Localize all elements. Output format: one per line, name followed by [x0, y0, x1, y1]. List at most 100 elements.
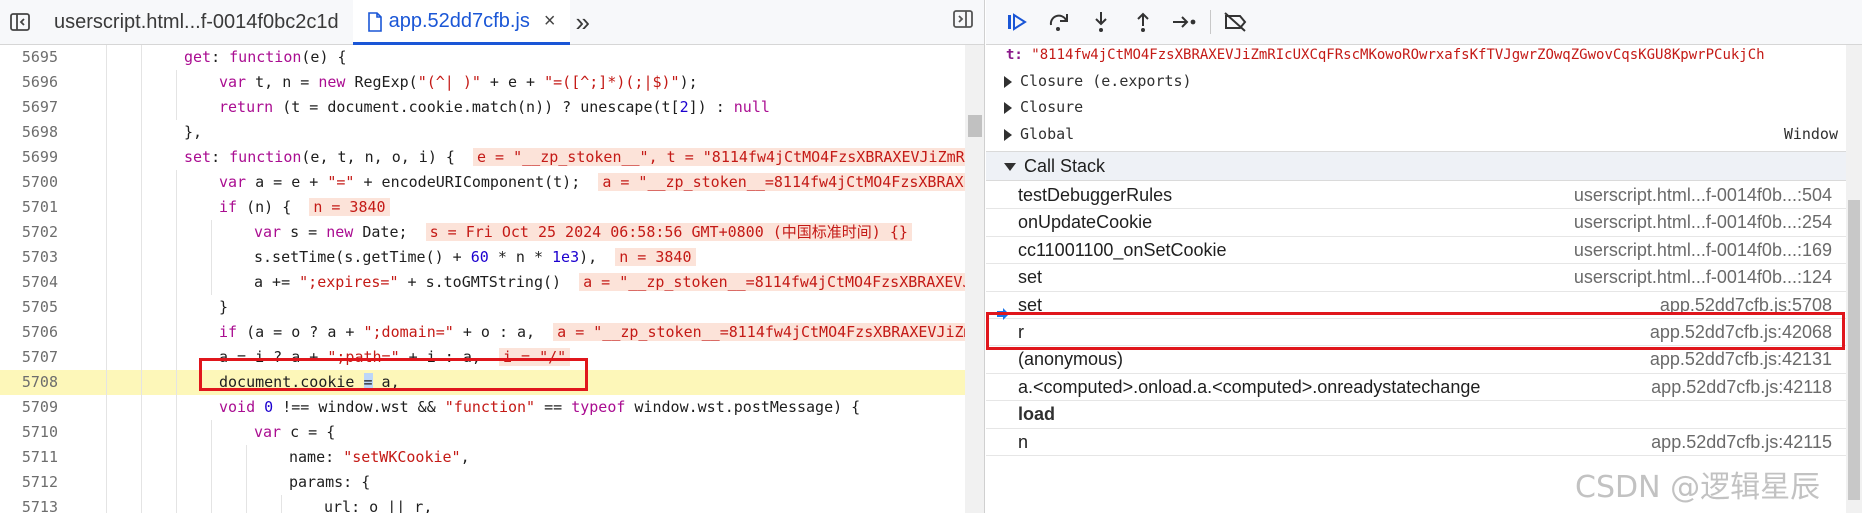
code-line[interactable]: 5711 name: "setWKCookie",: [0, 445, 965, 470]
step-over-icon[interactable]: [1038, 0, 1080, 44]
call-frame-current[interactable]: set app.52dd7cfb.js:5708: [986, 292, 1846, 320]
code-line[interactable]: 5704 a += ";expires=" + s.toGMTString() a…: [0, 270, 984, 295]
call-frame[interactable]: (anonymous) app.52dd7cfb.js:42131: [986, 346, 1846, 374]
scope-closure-exports[interactable]: Closure (e.exports): [1004, 68, 1844, 94]
scrollbar-thumb[interactable]: [1848, 200, 1860, 500]
indent-guide: [141, 345, 142, 370]
call-stack-header[interactable]: Call Stack: [986, 151, 1846, 181]
indent-guide: [176, 220, 177, 245]
line-number[interactable]: 5704: [0, 270, 58, 295]
code-line[interactable]: 5706 if (a = o ? a + ";domain=" + o : a, …: [0, 320, 984, 345]
call-frame[interactable]: n app.52dd7cfb.js:42115: [986, 429, 1846, 456]
frame-location-link[interactable]: userscript.html...f-0014f0b...:254: [1574, 209, 1832, 236]
frame-location-link[interactable]: app.52dd7cfb.js:42131: [1650, 346, 1832, 373]
line-number[interactable]: 5708: [0, 370, 58, 395]
step-icon[interactable]: [1164, 0, 1206, 44]
call-frame[interactable]: cc11001100_onSetCookie userscript.html...…: [986, 237, 1846, 265]
indent-guide: [176, 270, 177, 295]
line-number[interactable]: 5698: [0, 120, 58, 145]
indent-guide: [106, 495, 107, 513]
code-line[interactable]: 5697 return (t = document.cookie.match(n)…: [0, 95, 965, 120]
tab-userscript[interactable]: userscript.html...f-0014f0bc2c1d: [40, 0, 353, 44]
line-number[interactable]: 5711: [0, 445, 58, 470]
indent-guide: [141, 245, 142, 270]
code-text: name: "setWKCookie",: [289, 448, 470, 466]
resume-icon[interactable]: [996, 0, 1038, 44]
call-frame[interactable]: testDebuggerRules userscript.html...f-001…: [986, 182, 1846, 210]
line-number[interactable]: 5701: [0, 195, 58, 220]
code-line[interactable]: 5698},: [0, 120, 965, 145]
frame-function-name: onUpdateCookie: [1018, 212, 1153, 233]
expand-icon[interactable]: [1004, 128, 1012, 141]
line-number[interactable]: 5695: [0, 45, 58, 70]
indent-guide: [281, 495, 282, 513]
scope-closure[interactable]: Closure: [1004, 94, 1844, 120]
deactivate-breakpoints-icon[interactable]: [1215, 0, 1257, 44]
code-line[interactable]: 5713 url: o || r,: [0, 495, 965, 513]
call-frame[interactable]: r app.52dd7cfb.js:42068: [986, 319, 1846, 347]
expand-icon[interactable]: [1004, 75, 1012, 88]
indent-guide: [141, 170, 142, 195]
indent-guide: [141, 495, 142, 513]
step-into-icon[interactable]: [1080, 0, 1122, 44]
code-line-current[interactable]: 5708 document.cookie = a,: [0, 370, 965, 395]
call-frame[interactable]: a.<computed>.onload.a.<computed>.onready…: [986, 374, 1846, 402]
line-number[interactable]: 5696: [0, 70, 58, 95]
code-line[interactable]: 5696 var t, n = new RegExp("(^| )" + e + …: [0, 70, 965, 95]
code-line[interactable]: 5709 void 0 !== window.wst && "function" …: [0, 395, 965, 420]
call-frame[interactable]: onUpdateCookie userscript.html...f-0014f0…: [986, 209, 1846, 237]
code-line[interactable]: 5699 set: function(e, t, n, o, i) { e = "…: [0, 145, 984, 170]
frame-location-link[interactable]: app.52dd7cfb.js:42115: [1651, 429, 1832, 456]
sidebar-toggle-icon[interactable]: [0, 0, 40, 44]
code-text: a = i ? a + ";path=" + i : a, i = "/": [219, 345, 571, 370]
line-number[interactable]: 5702: [0, 220, 58, 245]
code-line[interactable]: 5712 params: {: [0, 470, 965, 495]
frame-location-link[interactable]: userscript.html...f-0014f0b...:504: [1574, 182, 1832, 209]
code-scrollbar[interactable]: [965, 45, 984, 513]
code-line[interactable]: 5703 s.setTime(s.getTime() + 60 * n * 1e3…: [0, 245, 965, 270]
close-icon[interactable]: ×: [544, 10, 556, 33]
collapse-icon[interactable]: [1004, 163, 1016, 172]
line-number[interactable]: 5712: [0, 470, 58, 495]
line-number[interactable]: 5699: [0, 145, 58, 170]
indent-guide: [141, 120, 142, 145]
scope-variable-t[interactable]: t: "8114fw4jCtMO4FzsXBRAXEVJiZmRIcUXCqFR…: [1006, 44, 1765, 66]
line-number[interactable]: 5706: [0, 320, 58, 345]
code-editor[interactable]: 5695 get: function(e) {5696 var t, n = new…: [0, 45, 984, 513]
frame-location-link[interactable]: app.52dd7cfb.js:42068: [1650, 319, 1832, 346]
code-text: if (n) { n = 3840: [219, 195, 390, 220]
indent-guide: [176, 345, 177, 370]
line-number[interactable]: 5709: [0, 395, 58, 420]
indent-guide: [141, 195, 142, 220]
code-line[interactable]: 5700 var a = e + "=" + encodeURIComponent…: [0, 170, 984, 195]
line-number[interactable]: 5700: [0, 170, 58, 195]
toggle-debugger-icon[interactable]: [952, 8, 974, 34]
scope-global[interactable]: Global Window: [1004, 121, 1844, 147]
line-number[interactable]: 5703: [0, 245, 58, 270]
scrollbar-thumb[interactable]: [968, 115, 982, 137]
code-line[interactable]: 5710 var c = {: [0, 420, 965, 445]
more-tabs-icon[interactable]: »: [570, 0, 596, 44]
code-line[interactable]: 5705}: [0, 295, 965, 320]
debugger-scrollbar[interactable]: [1846, 45, 1862, 513]
line-number[interactable]: 5697: [0, 95, 58, 120]
line-number[interactable]: 5713: [0, 495, 58, 513]
code-line[interactable]: 5702 var s = new Date; s = Fri Oct 25 202…: [0, 220, 965, 245]
scope-key: t:: [1006, 47, 1023, 63]
frame-location-link[interactable]: userscript.html...f-0014f0b...:169: [1574, 237, 1832, 264]
frame-location-link[interactable]: app.52dd7cfb.js:5708: [1660, 292, 1832, 319]
indent-guide: [211, 495, 212, 513]
step-out-icon[interactable]: [1122, 0, 1164, 44]
frame-location-link[interactable]: app.52dd7cfb.js:42118: [1651, 374, 1832, 401]
tab-app-js[interactable]: app.52dd7cfb.js ×: [352, 0, 570, 45]
line-number[interactable]: 5707: [0, 345, 58, 370]
code-line[interactable]: 5701 if (n) { n = 3840: [0, 195, 965, 220]
frame-location-link[interactable]: userscript.html...f-0014f0b...:124: [1574, 264, 1832, 291]
expand-icon[interactable]: [1004, 101, 1012, 114]
line-number[interactable]: 5705: [0, 295, 58, 320]
line-number[interactable]: 5710: [0, 420, 58, 445]
indent-guide: [141, 145, 142, 170]
call-frame[interactable]: set userscript.html...f-0014f0b...:124: [986, 264, 1846, 292]
code-line[interactable]: 5707 a = i ? a + ";path=" + i : a, i = "/…: [0, 345, 965, 370]
code-line[interactable]: 5695 get: function(e) {: [0, 45, 965, 70]
